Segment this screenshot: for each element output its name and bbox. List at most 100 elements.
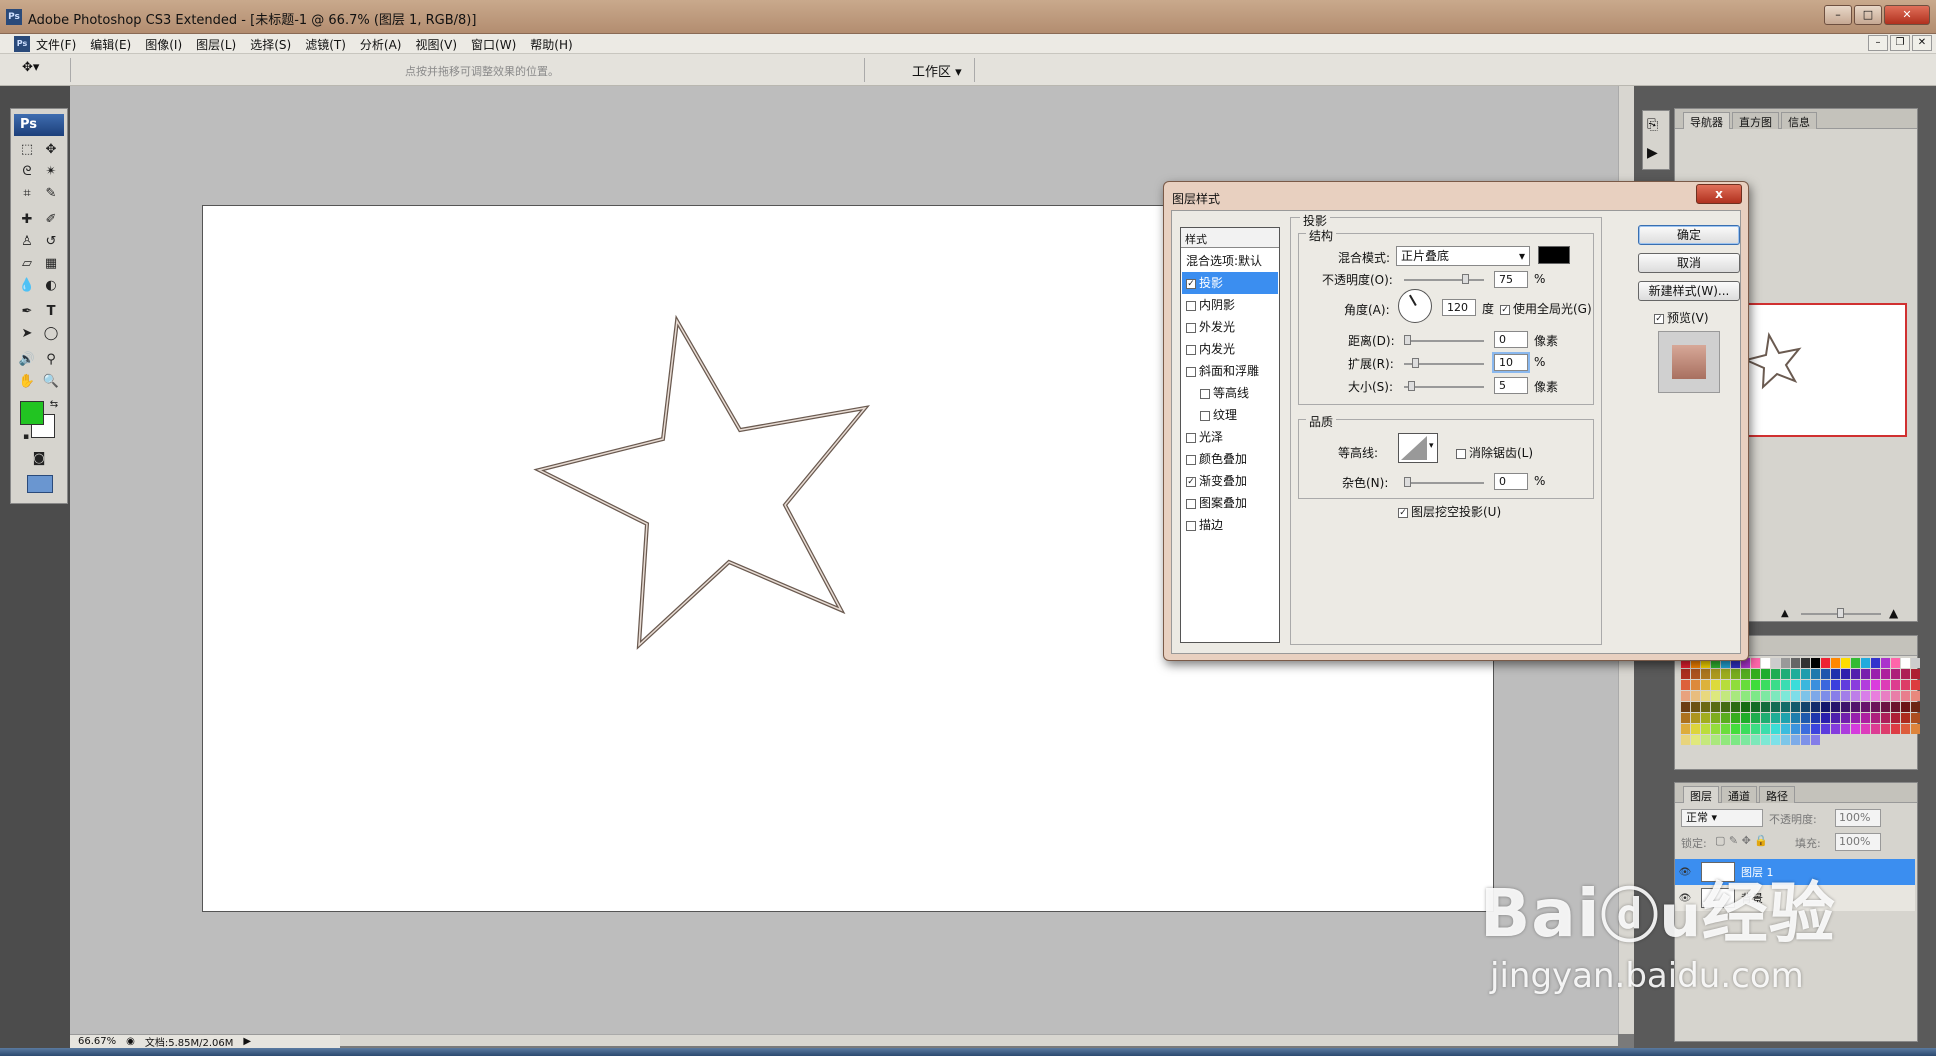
- menu-item[interactable]: 编辑(E): [90, 36, 131, 53]
- color-swatch[interactable]: [1881, 713, 1890, 723]
- notes-tool-icon[interactable]: 🔊: [16, 350, 38, 370]
- menu-item[interactable]: 图层(L): [196, 36, 236, 53]
- menu-item[interactable]: 帮助(H): [530, 36, 572, 53]
- color-swatch[interactable]: [1901, 691, 1910, 701]
- color-swatch[interactable]: [1781, 691, 1790, 701]
- crop-tool-icon[interactable]: ⌗: [16, 184, 38, 204]
- color-swatch[interactable]: [1681, 680, 1690, 690]
- color-swatch[interactable]: [1711, 680, 1720, 690]
- color-swatch[interactable]: [1911, 713, 1920, 723]
- navigator-zoom-slider[interactable]: [1801, 608, 1881, 618]
- size-input[interactable]: 5: [1494, 377, 1528, 394]
- default-colors-icon[interactable]: ▪: [15, 427, 37, 447]
- color-swatch[interactable]: [1691, 724, 1700, 734]
- zoom-level[interactable]: 66.67%: [78, 1036, 116, 1047]
- color-swatch[interactable]: [1911, 724, 1920, 734]
- lock-icons[interactable]: ▢ ✎ ✥ 🔒: [1715, 834, 1768, 847]
- clone-stamp-tool-icon[interactable]: ♙: [16, 232, 38, 252]
- color-swatch[interactable]: [1911, 658, 1920, 668]
- color-swatch[interactable]: [1821, 669, 1830, 679]
- fill-input[interactable]: 100%: [1835, 833, 1881, 851]
- color-swatch[interactable]: [1701, 735, 1710, 745]
- swatch-grid[interactable]: [1681, 658, 1920, 748]
- color-swatch[interactable]: [1721, 702, 1730, 712]
- move-tool-icon[interactable]: ✥: [40, 140, 62, 160]
- color-swatch[interactable]: [1791, 680, 1800, 690]
- antialias-checkbox[interactable]: 消除锯齿(L): [1456, 444, 1533, 461]
- color-swatch[interactable]: [1861, 691, 1870, 701]
- color-swatch[interactable]: [1701, 680, 1710, 690]
- color-swatch[interactable]: [1881, 691, 1890, 701]
- close-window-button[interactable]: ✕: [1884, 5, 1930, 25]
- style-list-item[interactable]: ✓ 投影: [1182, 272, 1278, 294]
- color-swatch[interactable]: [1791, 735, 1800, 745]
- color-swatch[interactable]: [1781, 713, 1790, 723]
- color-swatch[interactable]: [1771, 669, 1780, 679]
- color-swatch[interactable]: [1831, 702, 1840, 712]
- color-swatch[interactable]: [1791, 691, 1800, 701]
- blend-mode-select[interactable]: 正常 ▾: [1681, 809, 1763, 827]
- color-swatch[interactable]: [1691, 713, 1700, 723]
- color-swatch[interactable]: [1911, 702, 1920, 712]
- contour-picker[interactable]: ▾: [1398, 433, 1438, 463]
- color-swatch[interactable]: [1681, 724, 1690, 734]
- menu-item[interactable]: 选择(S): [250, 36, 291, 53]
- color-swatch[interactable]: [1861, 724, 1870, 734]
- color-swatch[interactable]: [1821, 658, 1830, 668]
- menu-item[interactable]: 文件(F): [36, 36, 76, 53]
- minimize-button[interactable]: –: [1824, 5, 1852, 25]
- color-swatch[interactable]: [1751, 724, 1760, 734]
- color-swatch[interactable]: [1751, 702, 1760, 712]
- color-swatch[interactable]: [1751, 680, 1760, 690]
- color-swatch[interactable]: [1861, 658, 1870, 668]
- color-swatch[interactable]: [1901, 713, 1910, 723]
- shadow-blend-mode-select[interactable]: 正片叠底 ▾: [1396, 246, 1530, 266]
- menu-item[interactable]: 窗口(W): [471, 36, 516, 53]
- style-checkbox[interactable]: ✓: [1186, 278, 1196, 289]
- zoom-tool-icon[interactable]: 🔍: [40, 372, 62, 392]
- color-swatch[interactable]: [1871, 724, 1880, 734]
- preview-checkbox[interactable]: ✓ 预览(V): [1654, 309, 1709, 326]
- color-swatch[interactable]: [1681, 735, 1690, 745]
- color-swatch[interactable]: [1881, 702, 1890, 712]
- pen-tool-icon[interactable]: ✒: [16, 302, 38, 322]
- color-swatch[interactable]: [1811, 702, 1820, 712]
- color-swatch[interactable]: [1841, 702, 1850, 712]
- color-swatch[interactable]: [1851, 680, 1860, 690]
- maximize-button[interactable]: □: [1854, 5, 1882, 25]
- ok-button[interactable]: 确定: [1638, 225, 1740, 245]
- hand-tool-icon[interactable]: ✋: [16, 372, 38, 392]
- color-swatch[interactable]: [1911, 680, 1920, 690]
- workspace-menu[interactable]: 工作区 ▾: [912, 61, 962, 80]
- opacity-slider[interactable]: [1404, 274, 1484, 284]
- color-swatch[interactable]: [1741, 702, 1750, 712]
- dodge-tool-icon[interactable]: ◐: [40, 276, 62, 296]
- status-arrow-icon[interactable]: ▶: [243, 1036, 251, 1047]
- color-swatch[interactable]: [1691, 669, 1700, 679]
- color-swatch[interactable]: [1821, 691, 1830, 701]
- color-swatch[interactable]: [1701, 669, 1710, 679]
- color-swatch[interactable]: [1891, 724, 1900, 734]
- color-swatch[interactable]: [1871, 669, 1880, 679]
- color-swatch[interactable]: [1711, 691, 1720, 701]
- spread-input[interactable]: 10: [1494, 354, 1528, 371]
- global-light-checkbox[interactable]: ✓ 使用全局光(G): [1500, 300, 1592, 317]
- color-swatch[interactable]: [1761, 724, 1770, 734]
- marquee-tool-icon[interactable]: ⬚: [16, 140, 38, 160]
- actions-panel-icon[interactable]: ▶: [1647, 145, 1658, 161]
- color-swatch[interactable]: [1761, 702, 1770, 712]
- menu-item[interactable]: 视图(V): [415, 36, 457, 53]
- color-swatch[interactable]: [1811, 658, 1820, 668]
- color-swatch[interactable]: [1791, 669, 1800, 679]
- color-swatch[interactable]: [1741, 680, 1750, 690]
- color-swatch[interactable]: [1741, 713, 1750, 723]
- zoom-in-icon[interactable]: ▲: [1889, 606, 1898, 620]
- color-swatch[interactable]: [1751, 658, 1760, 668]
- color-swatch[interactable]: [1851, 658, 1860, 668]
- color-swatch[interactable]: [1731, 680, 1740, 690]
- color-swatch[interactable]: [1781, 724, 1790, 734]
- color-swatch[interactable]: [1871, 680, 1880, 690]
- color-swatch[interactable]: [1871, 713, 1880, 723]
- color-swatch[interactable]: [1691, 702, 1700, 712]
- panel-tab[interactable]: 图层: [1683, 786, 1719, 803]
